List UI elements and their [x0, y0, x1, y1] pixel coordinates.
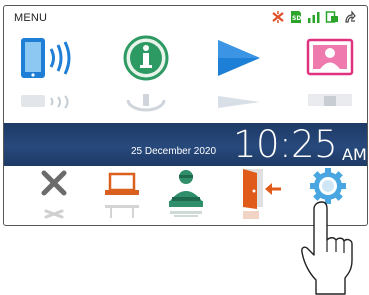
menu-title: MENU	[14, 12, 48, 24]
contacts-icon	[306, 38, 354, 106]
information-app-button[interactable]	[118, 34, 182, 122]
intercom-app-button[interactable]	[18, 34, 82, 122]
concierge-button[interactable]	[166, 167, 216, 225]
clock-date: 25 December 2020	[131, 146, 217, 157]
close-button[interactable]	[38, 167, 88, 225]
sd-card-icon: SD	[289, 10, 303, 24]
close-icon	[41, 170, 67, 219]
recording-icon	[325, 10, 339, 24]
concierge-icon	[169, 170, 203, 217]
clock-ampm: AM	[342, 145, 367, 164]
clock-bar: 25 December 2020 10:25 AM	[4, 123, 367, 166]
monitor-icon	[105, 172, 139, 218]
information-icon	[123, 35, 169, 112]
status-bar: SD	[271, 10, 357, 24]
intercom-icon	[21, 38, 71, 109]
contacts-app-button[interactable]	[306, 34, 367, 122]
exit-door-icon	[243, 169, 281, 219]
power-save-icon	[343, 10, 357, 24]
app-row	[4, 34, 367, 122]
mute-icon	[271, 10, 285, 24]
signal-icon	[307, 10, 321, 24]
playback-icon	[218, 40, 260, 108]
playback-app-button[interactable]	[213, 34, 277, 122]
pointing-hand-icon	[301, 201, 353, 295]
monitor-button[interactable]	[103, 167, 153, 225]
svg-text:SD: SD	[292, 15, 301, 22]
menu-screen: MENU SD 25 December 2020 10:25 AM	[3, 5, 368, 226]
clock-time: 10:25	[233, 123, 338, 166]
exit-button[interactable]	[241, 167, 291, 225]
